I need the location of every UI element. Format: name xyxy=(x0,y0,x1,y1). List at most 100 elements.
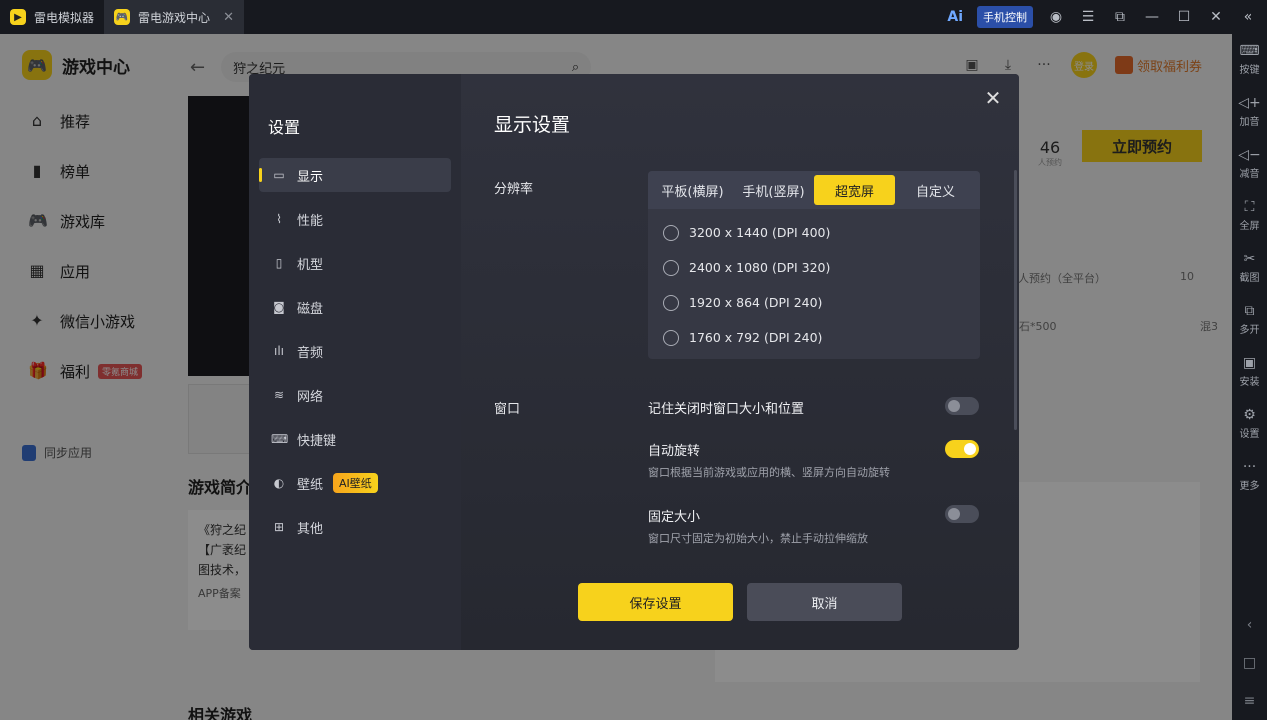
resolution-panel: 平板(横屏) 手机(竖屏) 超宽屏 自定义 3200 x 1440 (DPI 4… xyxy=(648,171,980,359)
settings-title: 设置 xyxy=(268,118,301,137)
minimize-icon[interactable]: — xyxy=(1143,9,1161,25)
settings-item-network[interactable]: ≋ 网络 xyxy=(259,378,451,412)
save-button[interactable]: 保存设置 xyxy=(578,583,733,621)
toolbar-keymap[interactable]: ⌨ 按键 xyxy=(1232,34,1267,86)
gear-icon: ⚙ xyxy=(1243,407,1256,423)
toolbar-fullscreen[interactable]: ⛶ 全屏 xyxy=(1232,190,1267,242)
resolution-option[interactable]: 1920 x 864 (DPI 240) xyxy=(648,285,980,320)
tab-phone-portrait[interactable]: 手机(竖屏) xyxy=(733,175,814,205)
scrollbar[interactable] xyxy=(1014,170,1017,430)
resolution-option[interactable]: 1760 x 792 (DPI 240) xyxy=(648,320,980,355)
game-center-logo-icon: 🎮 xyxy=(114,9,131,25)
tab-tablet-landscape[interactable]: 平板(横屏) xyxy=(652,175,733,205)
recent-nav-icon[interactable]: ≡ xyxy=(1232,682,1267,720)
maximize-icon[interactable]: ☐ xyxy=(1175,9,1193,25)
keyboard-icon: ⌨ xyxy=(1239,43,1260,59)
tab-custom[interactable]: 自定义 xyxy=(895,175,976,205)
toolbar-install[interactable]: ▣ 安装 xyxy=(1232,346,1267,398)
toolbar-label: 更多 xyxy=(1239,481,1260,492)
settings-item-performance[interactable]: ⌇ 性能 xyxy=(259,202,451,236)
close-icon[interactable]: ✕ xyxy=(981,86,1005,110)
settings-item-audio[interactable]: ılı 音频 xyxy=(259,334,451,368)
settings-item-label: 其他 xyxy=(297,521,324,537)
performance-icon: ⌇ xyxy=(276,212,282,226)
close-window-icon[interactable]: ✕ xyxy=(1207,9,1225,25)
toolbar-screenshot[interactable]: ✂ 截图 xyxy=(1232,242,1267,294)
settings-dialog: 设置 ▭ 显示 ⌇ 性能 ▯ 机型 ◙ 磁盘 ılı 音频 ≋ 网络 ⌨ 快捷键 xyxy=(249,74,1019,650)
grid-icon: ⊞ xyxy=(273,520,285,534)
resolution-option[interactable]: 3200 x 1440 (DPI 400) xyxy=(648,215,980,250)
radio-button[interactable] xyxy=(663,294,679,311)
tab-ultrawide[interactable]: 超宽屏 xyxy=(814,175,895,205)
settings-item-model[interactable]: ▯ 机型 xyxy=(259,246,451,280)
toolbar-label: 安装 xyxy=(1239,377,1260,388)
tab-label: 雷电模拟器 xyxy=(34,10,95,25)
right-toolbar: ⌨ 按键 ◁+ 加音 ◁− 减音 ⛶ 全屏 ✂ 截图 ⧉ 多开 ▣ 安装 ⚙ 设置 ··· 更多 … xyxy=(1232,34,1267,720)
toolbar-settings[interactable]: ⚙ 设置 xyxy=(1232,398,1267,450)
settings-content: 显示设置 ✕ 分辨率 平板(横屏) 手机(竖屏) 超宽屏 自定义 3200 x … xyxy=(461,74,1019,650)
fixed-size-desc: 窗口尺寸固定为初始大小，禁止手动拉伸缩放 xyxy=(648,532,868,545)
settings-item-other[interactable]: ⊞ 其他 xyxy=(259,510,451,544)
toolbar-multi-instance[interactable]: ⧉ 多开 xyxy=(1232,294,1267,346)
settings-item-label: 快捷键 xyxy=(297,433,337,449)
auto-rotate-title: 自动旋转 xyxy=(648,444,701,459)
cancel-button[interactable]: 取消 xyxy=(747,583,902,621)
back-nav-icon[interactable]: ‹ xyxy=(1232,606,1267,644)
radio-button[interactable] xyxy=(663,329,679,346)
home-nav-icon[interactable]: □ xyxy=(1232,644,1267,682)
apk-icon: ▣ xyxy=(1242,355,1257,371)
settings-item-label: 壁纸 xyxy=(297,477,324,493)
restore-icon[interactable]: ⧉ xyxy=(1111,9,1129,25)
disk-icon: ◙ xyxy=(273,300,285,314)
resolution-tabs: 平板(横屏) 手机(竖屏) 超宽屏 自定义 xyxy=(648,171,980,209)
settings-item-label: 机型 xyxy=(297,257,324,273)
toolbar-label: 截图 xyxy=(1239,273,1260,284)
phone-control-button[interactable]: 手机控制 xyxy=(977,6,1033,28)
auto-rotate-desc: 窗口根据当前游戏或应用的横、竖屏方向自动旋转 xyxy=(648,466,890,479)
settings-item-label: 显示 xyxy=(297,169,324,185)
settings-item-label: 磁盘 xyxy=(297,301,324,317)
collapse-sidebar-icon[interactable]: « xyxy=(1239,9,1257,25)
radio-button[interactable] xyxy=(663,259,679,276)
toolbar-label: 按键 xyxy=(1239,65,1260,76)
toolbar-more[interactable]: ··· 更多 xyxy=(1232,450,1267,502)
menu-icon[interactable]: ☰ xyxy=(1079,9,1097,25)
tab-game-center[interactable]: 🎮 雷电游戏中心 ✕ xyxy=(104,0,245,34)
audio-icon: ılı xyxy=(273,344,284,358)
toolbar-label: 多开 xyxy=(1239,325,1260,336)
tab-emulator[interactable]: ▶ 雷电模拟器 xyxy=(0,0,104,34)
volume-down-icon: ◁− xyxy=(1238,147,1261,163)
volume-up-icon: ◁+ xyxy=(1238,95,1261,111)
toolbar-label: 全屏 xyxy=(1239,221,1260,232)
remember-window-toggle[interactable] xyxy=(945,397,979,415)
resolution-label: 分辨率 xyxy=(494,182,534,197)
settings-item-label: 网络 xyxy=(297,389,324,405)
user-icon[interactable]: ◉ xyxy=(1047,9,1065,25)
toolbar-label: 加音 xyxy=(1239,117,1260,128)
toolbar-volume-down[interactable]: ◁− 减音 xyxy=(1232,138,1267,190)
scissors-icon: ✂ xyxy=(1243,251,1256,267)
page-title: 显示设置 xyxy=(494,114,571,136)
settings-item-display[interactable]: ▭ 显示 xyxy=(259,158,451,192)
close-tab-icon[interactable]: ✕ xyxy=(223,10,234,25)
remember-window-title: 记住关闭时窗口大小和位置 xyxy=(648,402,805,417)
settings-menu: 设置 ▭ 显示 ⌇ 性能 ▯ 机型 ◙ 磁盘 ılı 音频 ≋ 网络 ⌨ 快捷键 xyxy=(249,74,461,650)
radio-button[interactable] xyxy=(663,224,679,241)
phone-icon: ▯ xyxy=(275,256,283,270)
fullscreen-icon: ⛶ xyxy=(1244,199,1255,215)
toolbar-volume-up[interactable]: ◁+ 加音 xyxy=(1232,86,1267,138)
palette-icon: ◐ xyxy=(273,476,285,490)
settings-item-disk[interactable]: ◙ 磁盘 xyxy=(259,290,451,324)
fixed-size-toggle[interactable] xyxy=(945,505,979,523)
resolution-option-label: 1760 x 792 (DPI 240) xyxy=(689,330,823,345)
resolution-option[interactable]: 2400 x 1080 (DPI 320) xyxy=(648,250,980,285)
resolution-option-label: 3200 x 1440 (DPI 400) xyxy=(689,225,831,240)
resolution-option-label: 1920 x 864 (DPI 240) xyxy=(689,295,823,310)
toolbar-label: 减音 xyxy=(1239,169,1260,180)
wifi-icon: ≋ xyxy=(273,388,285,402)
auto-rotate-toggle[interactable] xyxy=(945,440,979,458)
fixed-size-title: 固定大小 xyxy=(648,510,701,525)
settings-item-shortcuts[interactable]: ⌨ 快捷键 xyxy=(259,422,451,456)
settings-item-wallpaper[interactable]: ◐ 壁纸 AI壁纸 xyxy=(259,466,451,500)
ai-icon[interactable]: Ai xyxy=(947,9,963,25)
